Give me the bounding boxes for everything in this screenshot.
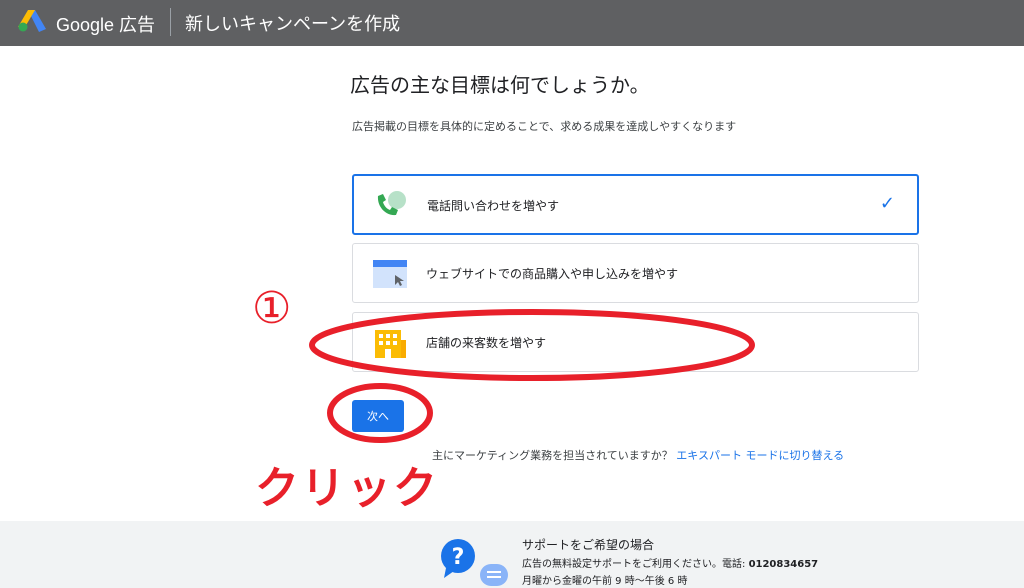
- support-hours: 月曜から金曜の午前 9 時～午後 6 時: [522, 576, 688, 587]
- expert-mode-link[interactable]: エキスパート モードに切り替える: [676, 449, 844, 462]
- goal-option-label: 電話問い合わせを増やす: [427, 199, 560, 213]
- goal-option-store-visits[interactable]: 店舗の来客数を増やす: [352, 312, 919, 372]
- goal-option-label: 店舗の来客数を増やす: [426, 336, 547, 350]
- support-phone-line: 広告の無料設定サポートをご利用ください。電話: 0120834657: [522, 555, 818, 570]
- marketing-question-row: 主にマーケティング業務を担当されていますか？ エキスパート モードに切り替える: [432, 447, 844, 463]
- support-phone-number[interactable]: 0120834657: [749, 559, 819, 570]
- help-chat-icon[interactable]: ?: [440, 534, 512, 588]
- google-ads-logo-icon[interactable]: [18, 10, 46, 32]
- annotation-click-label: クリック: [255, 463, 439, 514]
- goal-option-website-sales[interactable]: ウェブサイトでの商品購入や申し込みを増やす: [352, 243, 919, 303]
- annotation-number: ①: [252, 283, 292, 334]
- support-footer: [0, 521, 1024, 588]
- page-title: 新しいキャンペーンを作成: [185, 14, 401, 35]
- goal-heading: 広告の主な目標は何でしょうか。: [350, 73, 650, 97]
- header-divider: [170, 8, 171, 36]
- goal-subtext: 広告掲載の目標を具体的に定めることで、求める成果を達成しやすくなります: [352, 120, 737, 133]
- top-bar: Google 広告 新しいキャンペーンを作成: [0, 0, 1024, 46]
- website-icon: [373, 260, 407, 288]
- goal-option-label: ウェブサイトでの商品購入や申し込みを増やす: [426, 267, 679, 281]
- marketing-question: 主にマーケティング業務を担当されていますか？: [432, 449, 673, 462]
- store-icon: [375, 330, 406, 358]
- svg-text:?: ?: [452, 545, 465, 570]
- support-title: サポートをご希望の場合: [522, 538, 655, 552]
- brand-name: Google 広告: [56, 15, 156, 35]
- goal-option-phone-calls[interactable]: 電話問い合わせを増やす ✓: [352, 174, 919, 235]
- next-button[interactable]: 次へ: [352, 400, 404, 432]
- check-icon: ✓: [879, 193, 895, 214]
- support-phone-prefix: 広告の無料設定サポートをご利用ください。電話:: [522, 559, 749, 570]
- phone-icon: [377, 191, 406, 216]
